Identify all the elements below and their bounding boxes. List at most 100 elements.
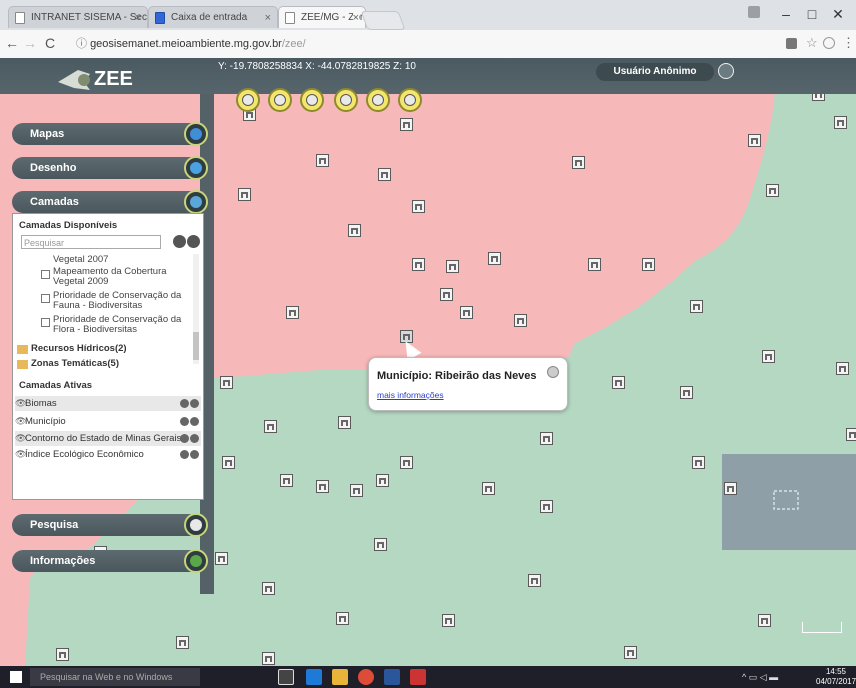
user-icon[interactable] — [718, 63, 734, 79]
extension-icon[interactable] — [823, 37, 835, 49]
layer-checkbox[interactable] — [41, 270, 50, 279]
layer-list-scrollbar[interactable] — [193, 254, 199, 364]
forward-icon[interactable]: → — [22, 35, 38, 51]
globe-icon[interactable] — [184, 122, 208, 146]
edge-icon[interactable] — [306, 669, 322, 685]
active-layer-row[interactable]: 👁Índice Ecológico Econômico — [15, 447, 201, 462]
browser-tab-intranet[interactable]: INTRANET SISEMA - Sec × — [8, 6, 148, 28]
magnifier-icon[interactable] — [184, 513, 208, 537]
system-tray-icons[interactable]: ^ ▭ ◁ ▬ — [742, 672, 778, 683]
close-icon[interactable] — [547, 366, 559, 378]
browser-tab-inbox[interactable]: Caixa de entrada × — [148, 6, 278, 28]
user-button[interactable]: Usuário Anônimo — [596, 63, 714, 81]
layer-group[interactable]: Recursos Hídricos(2) — [31, 343, 127, 354]
municipality-marker[interactable] — [572, 156, 585, 169]
eye-icon[interactable]: 👁 — [15, 431, 26, 446]
municipality-marker[interactable] — [220, 376, 233, 389]
zoom-out-tool-icon[interactable] — [268, 88, 292, 112]
municipality-marker[interactable] — [56, 648, 69, 661]
pan-tool-icon[interactable] — [334, 88, 358, 112]
more-info-link[interactable]: mais informações — [377, 390, 444, 400]
municipality-marker[interactable] — [262, 582, 275, 595]
municipality-marker[interactable] — [612, 376, 625, 389]
taskbar-clock[interactable]: 14:55 04/07/2017 — [816, 667, 856, 687]
info-icon[interactable] — [184, 549, 208, 573]
municipality-marker[interactable] — [624, 646, 637, 659]
municipality-marker[interactable] — [286, 306, 299, 319]
word-icon[interactable] — [384, 669, 400, 685]
pdf-icon[interactable] — [410, 669, 426, 685]
municipality-marker[interactable] — [692, 456, 705, 469]
active-layer-row[interactable]: 👁Município — [15, 414, 201, 429]
task-view-icon[interactable] — [278, 669, 294, 685]
municipality-marker[interactable] — [528, 574, 541, 587]
municipality-marker[interactable] — [316, 480, 329, 493]
municipality-marker[interactable] — [766, 184, 779, 197]
municipality-marker[interactable] — [222, 456, 235, 469]
layer-checkbox[interactable] — [41, 318, 50, 327]
panel-camadas[interactable]: Camadas — [12, 191, 204, 213]
chrome-icon[interactable] — [358, 669, 374, 685]
zoom-in-tool-icon[interactable] — [236, 88, 260, 112]
browser-tab-zee[interactable]: ZEE/MG - Zoneamento E × — [278, 6, 366, 28]
translate-icon[interactable] — [786, 38, 797, 49]
municipality-marker[interactable] — [348, 224, 361, 237]
municipality-marker[interactable] — [588, 258, 601, 271]
file-explorer-icon[interactable] — [332, 669, 348, 685]
minimize-icon[interactable]: – — [774, 3, 798, 25]
municipality-marker[interactable] — [215, 552, 228, 565]
close-icon[interactable]: × — [135, 7, 141, 28]
municipality-marker[interactable] — [460, 306, 473, 319]
active-layer-row[interactable]: 👁Contorno do Estado de Minas Gerais — [15, 431, 201, 446]
municipality-marker[interactable] — [238, 188, 251, 201]
municipality-marker[interactable] — [680, 386, 693, 399]
layer-checkbox[interactable] — [41, 294, 50, 303]
municipality-marker[interactable] — [412, 200, 425, 213]
municipality-marker[interactable] — [374, 538, 387, 551]
close-icon[interactable]: × — [352, 7, 359, 28]
municipality-marker[interactable] — [440, 288, 453, 301]
municipality-marker[interactable] — [488, 252, 501, 265]
profile-icon[interactable] — [748, 6, 760, 18]
municipality-marker[interactable] — [280, 474, 293, 487]
next-view-icon[interactable] — [398, 88, 422, 112]
municipality-marker[interactable] — [758, 614, 771, 627]
municipality-marker[interactable] — [748, 134, 761, 147]
municipality-marker[interactable] — [442, 614, 455, 627]
eye-icon[interactable]: 👁 — [15, 396, 26, 411]
municipality-marker[interactable] — [540, 432, 553, 445]
municipality-marker[interactable] — [338, 416, 351, 429]
municipality-marker[interactable] — [514, 314, 527, 327]
pencil-icon[interactable] — [184, 156, 208, 180]
municipality-marker[interactable] — [482, 482, 495, 495]
municipality-marker[interactable] — [836, 362, 849, 375]
layer-group[interactable]: Zonas Temáticas(5) — [31, 358, 119, 369]
municipality-marker[interactable] — [834, 116, 847, 129]
panel-pesquisa[interactable]: Pesquisa — [12, 514, 204, 536]
star-icon[interactable]: ☆ — [806, 35, 818, 51]
municipality-marker[interactable] — [336, 612, 349, 625]
new-tab-button[interactable] — [360, 11, 406, 30]
municipality-marker[interactable] — [762, 350, 775, 363]
window-close-icon[interactable]: ✕ — [826, 3, 850, 25]
eye-icon[interactable]: 👁 — [15, 447, 26, 462]
layer-controls[interactable] — [179, 449, 201, 460]
municipality-marker[interactable] — [690, 300, 703, 313]
municipality-marker[interactable] — [412, 258, 425, 271]
municipality-marker[interactable] — [724, 482, 737, 495]
panel-informacoes[interactable]: Informações — [12, 550, 204, 572]
panel-mapas[interactable]: Mapas — [12, 123, 204, 145]
layers-icon[interactable] — [184, 190, 208, 214]
municipality-marker[interactable] — [376, 474, 389, 487]
layer-controls[interactable] — [179, 398, 201, 409]
address-bar[interactable]: ⓘ geosisemanet.meioambiente.mg.gov.br/ze… — [76, 34, 776, 54]
municipality-marker[interactable] — [264, 420, 277, 433]
full-extent-icon[interactable] — [300, 88, 324, 112]
municipality-marker[interactable] — [540, 500, 553, 513]
municipality-marker[interactable] — [176, 636, 189, 649]
layer-controls[interactable] — [179, 433, 201, 444]
eye-icon[interactable]: 👁 — [15, 414, 26, 429]
municipality-marker[interactable] — [400, 456, 413, 469]
reload-icon[interactable]: C — [42, 35, 58, 51]
municipality-marker[interactable] — [846, 428, 856, 441]
